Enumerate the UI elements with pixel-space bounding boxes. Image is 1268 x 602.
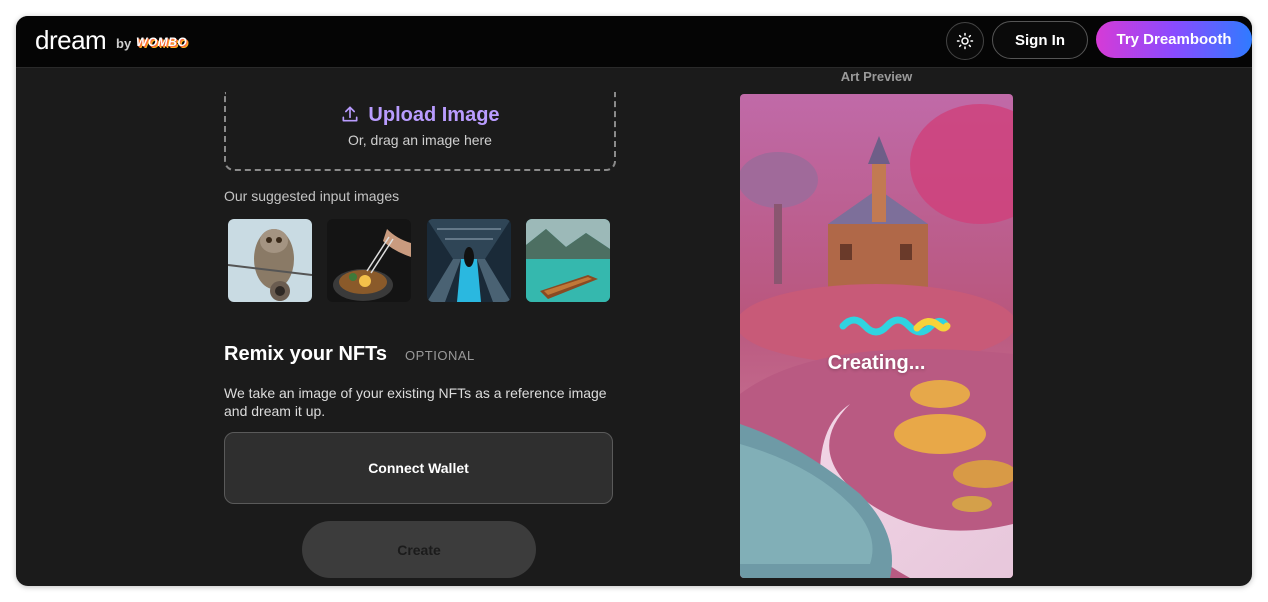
app-window: dream by WOMBO Sign In Try Dreambooth Up…: [16, 16, 1252, 586]
create-button[interactable]: Create: [302, 521, 536, 578]
remix-description: We take an image of your existing NFTs a…: [224, 385, 607, 419]
creating-status: Creating...: [827, 352, 926, 374]
upload-title: Upload Image: [368, 104, 500, 126]
logo-by: by: [116, 36, 132, 51]
try-dreambooth-button[interactable]: Try Dreambooth: [1096, 21, 1252, 58]
suggested-image-food[interactable]: [327, 219, 411, 302]
theme-toggle-button[interactable]: [946, 22, 984, 60]
art-preview-label: Art Preview: [840, 69, 913, 84]
logo-dream[interactable]: dream: [35, 25, 107, 56]
connect-wallet-button[interactable]: Connect Wallet: [224, 432, 613, 504]
sun-icon: [956, 32, 974, 50]
upload-icon: [342, 106, 358, 122]
suggested-image-escalator[interactable]: [427, 219, 511, 302]
wombo-logo[interactable]: WOMBO: [136, 35, 187, 49]
top-header: dream by WOMBO Sign In Try Dreambooth: [16, 16, 1252, 68]
upload-dropzone[interactable]: Upload Image Or, drag an image here: [224, 92, 616, 171]
generated-art-image: [740, 94, 1013, 578]
suggested-image-owl[interactable]: [228, 219, 312, 302]
art-preview-card: Creating...: [740, 94, 1013, 578]
sign-in-button[interactable]: Sign In: [992, 21, 1088, 59]
suggested-image-boat[interactable]: [526, 219, 610, 302]
optional-tag: OPTIONAL: [405, 348, 475, 363]
upload-subtitle: Or, drag an image here: [348, 132, 492, 148]
remix-nfts-title: Remix your NFTs: [224, 343, 387, 365]
suggested-images-label: Our suggested input images: [224, 188, 400, 204]
